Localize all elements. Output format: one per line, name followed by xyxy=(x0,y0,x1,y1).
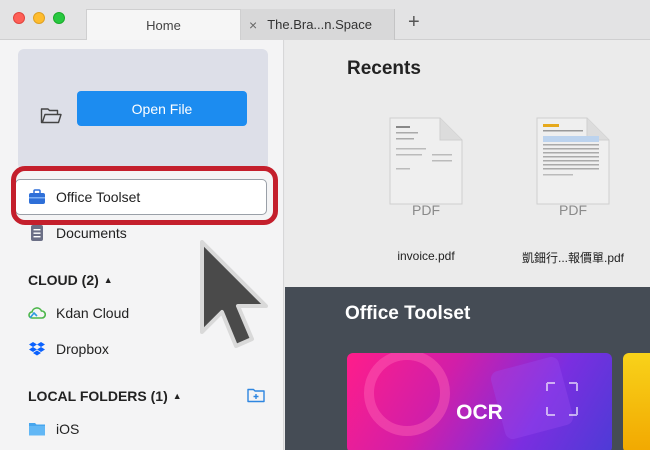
highlight-annotation xyxy=(11,166,278,225)
minimize-window-button[interactable] xyxy=(33,12,45,24)
tab-label: The.Bra...n.Space xyxy=(267,17,372,32)
file-name: 凱鈿行...報價單.pdf xyxy=(521,251,625,265)
sidebar-item-label: iOS xyxy=(56,421,80,437)
sidebar-item-kdan-cloud[interactable]: Kdan Cloud xyxy=(28,301,129,325)
sidebar-item-documents[interactable]: Documents xyxy=(28,221,127,245)
local-folders-section-header[interactable]: LOCAL FOLDERS (1) ▲ xyxy=(28,388,182,404)
section-title: CLOUD (2) xyxy=(28,272,99,288)
title-bar: Home × The.Bra...n.Space + xyxy=(0,0,650,40)
kdan-cloud-icon xyxy=(28,307,46,319)
close-tab-icon[interactable]: × xyxy=(249,17,257,33)
office-toolset-panel: Office Toolset OCR xyxy=(285,287,650,450)
cloud-section-header[interactable]: CLOUD (2) ▲ xyxy=(28,272,113,288)
app-window: Home × The.Bra...n.Space + Open File Off… xyxy=(0,0,650,450)
section-title: LOCAL FOLDERS (1) xyxy=(28,388,168,404)
sidebar-item-label: Documents xyxy=(56,225,127,241)
sidebar-item-ios[interactable]: iOS xyxy=(28,417,79,441)
open-file-card: Open File xyxy=(18,49,268,170)
ocr-card-label: OCR xyxy=(456,401,503,424)
tab-document[interactable]: × The.Bra...n.Space xyxy=(241,9,395,40)
tab-label: Home xyxy=(146,17,181,33)
folder-open-icon xyxy=(40,108,62,124)
mouse-pointer-icon xyxy=(200,240,268,348)
new-tab-button[interactable]: + xyxy=(408,12,420,32)
sidebar: Open File Office Toolset Documents CLOUD… xyxy=(0,40,284,450)
add-folder-icon[interactable] xyxy=(247,387,265,403)
office-toolset-title: Office Toolset xyxy=(345,303,471,324)
pdf-file-icon xyxy=(389,117,463,205)
open-file-button[interactable]: Open File xyxy=(77,91,247,126)
file-type-label: PDF xyxy=(559,202,587,218)
caret-up-icon: ▲ xyxy=(172,391,182,401)
caret-up-icon: ▲ xyxy=(103,275,113,285)
sidebar-item-label: Dropbox xyxy=(56,341,109,357)
close-window-button[interactable] xyxy=(13,12,25,24)
ocr-tool-card[interactable]: OCR xyxy=(347,353,612,450)
sidebar-item-dropbox[interactable]: Dropbox xyxy=(28,337,109,361)
file-type-label: PDF xyxy=(412,202,440,218)
sidebar-item-label: Kdan Cloud xyxy=(56,305,130,321)
recent-file-quote[interactable]: PDF 凱鈿行...報價單.pdf xyxy=(513,116,633,266)
tab-home[interactable]: Home xyxy=(86,9,241,40)
zoom-window-button[interactable] xyxy=(53,12,65,24)
dropbox-icon xyxy=(29,342,45,356)
pdf-file-icon xyxy=(536,117,610,205)
next-tool-card[interactable] xyxy=(623,353,650,450)
recents-panel: Recents PDF invoice.pdf PDF 凱鈿行...報價單.pd… xyxy=(285,40,650,287)
document-icon xyxy=(31,225,43,241)
folder-icon xyxy=(29,423,45,436)
file-name: invoice.pdf xyxy=(397,249,455,263)
recents-title: Recents xyxy=(347,58,421,79)
recent-file-invoice[interactable]: PDF invoice.pdf xyxy=(366,116,486,263)
